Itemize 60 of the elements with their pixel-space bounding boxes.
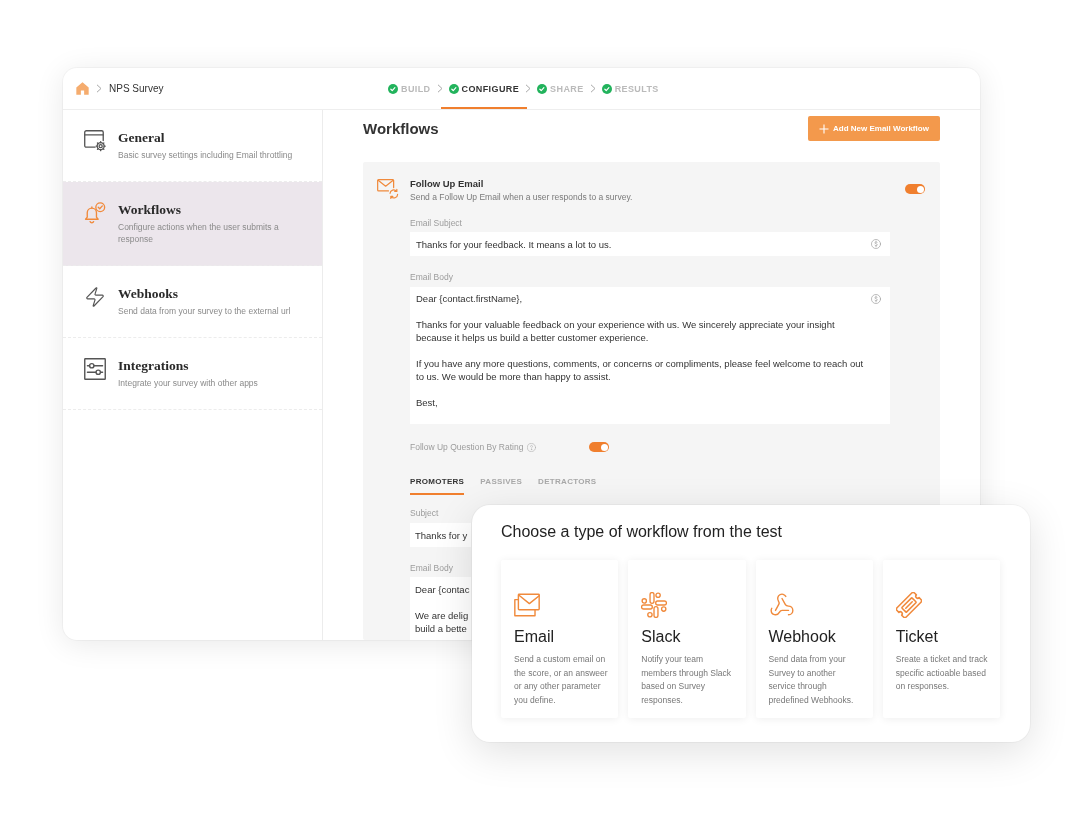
mail-sync-icon [377, 178, 399, 200]
card-title: Slack [641, 627, 681, 647]
field-label: Email Body [410, 272, 453, 283]
step-tab[interactable]: CONFIGURE [440, 68, 528, 109]
card-description: Notify your team members through Slack based on Survey responses. [641, 653, 732, 707]
workflow-description: Send a Follow Up Email when a user responds to a survey. [410, 191, 633, 203]
text-input[interactable]: Thanks for y [410, 523, 471, 547]
webhook-icon [768, 592, 795, 618]
card-description: Send data from your Survey to another service through predefined Webhooks. [768, 653, 855, 707]
ticket-icon [895, 592, 922, 618]
browser-gear-icon [84, 130, 106, 152]
sidebar-item-description: Integrate your survey with other apps [118, 377, 258, 389]
sidebar-item[interactable]: Workflows Configure actions when the user submits a response [63, 182, 322, 266]
sidebar-item-title: Workflows [118, 202, 181, 218]
card-description: Send a custom email on the score, or an answeer or any other parameter you define. [514, 653, 609, 707]
breadcrumb-title: NPS Survey [109, 83, 164, 94]
home-icon[interactable] [76, 82, 89, 95]
text-area[interactable]: Dear {contac We are delig build a bette [410, 577, 471, 640]
chevron-right-icon [96, 84, 102, 93]
toggle-switch[interactable] [589, 442, 609, 452]
workflow-type-card[interactable]: Ticket Sreate a ticket and track specific actioable based on responses. [882, 560, 1000, 718]
card-title: Webhook [768, 627, 836, 647]
dialog-title: Choose a type of workflow from the test [501, 522, 783, 542]
workflow-title: Follow Up Email [410, 178, 484, 190]
sidebar-item[interactable]: Integrations Integrate your survey with other apps [63, 338, 322, 410]
card-title: Email [514, 627, 554, 647]
sidebar-item-title: Webhooks [118, 286, 179, 302]
bell-check-icon [84, 202, 106, 224]
page-title: Workflows [363, 119, 439, 138]
field-label: Email Body [410, 563, 453, 574]
chevron-right-icon [525, 84, 532, 93]
card-description: Sreate a ticket and track specific actioable based on responses. [895, 653, 989, 693]
chevron-right-icon [589, 84, 596, 93]
workflow-type-card[interactable]: Email Send a custom email on the score, or an answeer or any other parameter you define. [501, 560, 619, 718]
workflow-type-card[interactable]: Webhook Send data from your Survey to another service through predefined Webhooks. [755, 560, 873, 718]
workflow-type-card[interactable]: Slack Notify your team members through Slack based on Survey responses. [628, 560, 746, 718]
field-label: Email Subject [410, 218, 462, 229]
chevron-right-icon [436, 84, 443, 93]
dollar-circle-icon[interactable] [871, 239, 881, 249]
sidebar-item[interactable]: Webhooks Send data from your survey to the external url [63, 266, 322, 338]
envelopes-icon [514, 592, 540, 618]
slack-logo-icon [641, 592, 668, 618]
card-title: Ticket [895, 627, 938, 647]
sidebar-item-description: Send data from your survey to the external url [118, 305, 291, 317]
sliders-icon [84, 358, 106, 380]
text-area[interactable]: Dear {contact.firstName}, Thanks for your valuable feedback on your experience with us. We sincerely appreciate your insight because it helps us build a better customer experience. If you have any more questions, comments, or concerns or compliments, please feel welcome to reach out to us. We would be more than happy to assist. Best, [410, 287, 890, 424]
sidebar-item-description: Configure actions when the user submits a response [118, 221, 280, 245]
help-icon[interactable] [527, 442, 537, 452]
sidebar-item-description: Basic survey settings including Email throttling [118, 149, 293, 161]
toggle-switch[interactable] [905, 184, 925, 194]
text-input[interactable]: Thanks for your feedback. It means a lot to us. [410, 232, 890, 256]
rating-label: Follow Up Question By Rating [410, 442, 524, 452]
sidebar-item-title: Integrations [118, 358, 189, 374]
lightning-icon [84, 286, 106, 308]
plus-icon [819, 123, 829, 134]
sidebar-item-title: General [118, 130, 165, 146]
dollar-circle-icon[interactable] [871, 294, 881, 304]
tab[interactable]: PROMOTERS [410, 476, 465, 495]
field-label: Subject [410, 508, 439, 519]
sidebar-item[interactable]: General Basic survey settings including Email throttling [63, 110, 322, 182]
